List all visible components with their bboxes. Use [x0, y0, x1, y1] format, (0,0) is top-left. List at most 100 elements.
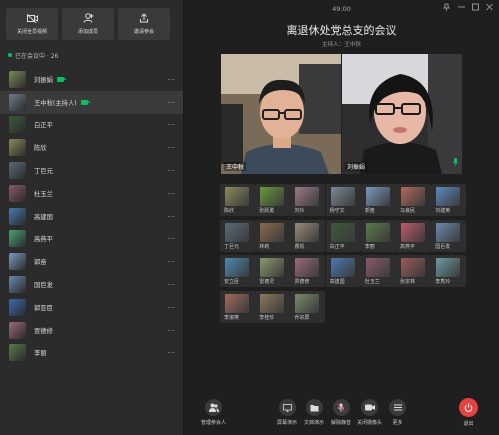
tile-avatar — [365, 187, 390, 206]
video-host[interactable]: 王中秋 — [221, 54, 341, 174]
avatar — [9, 116, 26, 134]
participant-tile[interactable]: 高燕平 — [396, 219, 431, 252]
participant-row[interactable]: 高建国 ⋯ — [0, 205, 183, 228]
participant-tile[interactable]: 曹凯 — [290, 219, 326, 252]
more-options-icon[interactable]: ⋯ — [167, 326, 175, 335]
participant-row[interactable]: 刘振娟 ⋯ — [0, 68, 183, 91]
video-guest[interactable]: 刘振娟 — [342, 54, 462, 174]
more-options-icon[interactable]: ⋯ — [167, 120, 175, 129]
tile-avatar — [225, 258, 249, 278]
participant-tile[interactable]: 高建国 — [325, 255, 361, 288]
participant-name: 郭奋 — [34, 259, 47, 267]
tile-name: 安立臣 — [224, 279, 240, 286]
leave-button[interactable]: 退出 — [459, 398, 478, 427]
tile-name: 曹凯 — [294, 243, 305, 250]
avatar — [9, 70, 26, 88]
more-options-icon[interactable]: ⋯ — [167, 75, 175, 84]
more-options-icon[interactable]: ⋯ — [167, 189, 175, 198]
participant-tile[interactable]: 张宗林 — [396, 255, 431, 288]
participant-tile[interactable]: 马良民 — [396, 184, 431, 216]
more-options-icon[interactable]: ⋯ — [167, 280, 175, 289]
more-options-icon[interactable]: ⋯ — [167, 234, 175, 243]
mute-all-video-button[interactable]: 关闭全员视频 — [6, 8, 58, 40]
participant-tile[interactable]: 乔宗屏 — [290, 291, 326, 324]
participant-tile[interactable]: 刘建英 — [431, 184, 467, 216]
participant-row[interactable]: 李丽 ⋯ — [0, 342, 183, 365]
participant-tile[interactable]: 陈欣 — [220, 184, 255, 216]
tile-name: 白正平 — [329, 243, 345, 250]
tile-name: 国巨发 — [435, 243, 451, 250]
tile-avatar — [365, 222, 390, 242]
participant-row[interactable]: 贾德修 ⋯ — [0, 319, 183, 342]
pin-icon[interactable] — [443, 3, 450, 13]
participant-row[interactable]: 高燕平 ⋯ — [0, 228, 183, 251]
participant-row[interactable]: 陈欣 ⋯ — [0, 136, 183, 159]
camera-toggle-button[interactable]: 关闭摄像头 — [357, 399, 382, 426]
participant-tile[interactable]: 安立臣 — [220, 255, 255, 288]
participant-tile[interactable]: 贾德修 — [290, 255, 326, 288]
participant-row[interactable]: 白正平 ⋯ — [0, 114, 183, 137]
more-options-icon[interactable]: ⋯ — [167, 348, 175, 357]
participant-tile[interactable]: 张跃勇 — [255, 184, 291, 216]
participant-name: 李丽 — [34, 350, 47, 358]
add-member-button[interactable]: 添加成员 — [62, 8, 114, 40]
camera-toggle-label: 关闭摄像头 — [357, 420, 383, 426]
manage-participants-button[interactable]: 管理参会人 — [201, 399, 226, 426]
avatar — [9, 139, 26, 157]
maximize-icon[interactable] — [472, 3, 479, 13]
screen-share-icon — [278, 399, 296, 416]
participant-tile[interactable]: 杜玉兰 — [360, 255, 396, 288]
minimize-icon[interactable] — [458, 3, 465, 13]
tile-avatar — [225, 294, 249, 314]
participant-tile[interactable]: 李丽 — [360, 219, 396, 252]
participant-tile[interactable]: 雷德灵 — [255, 255, 291, 288]
folder-icon — [305, 399, 323, 416]
more-options-icon[interactable]: ⋯ — [167, 212, 175, 221]
participant-row[interactable]: 王中秋(主持人) ⋯ — [0, 90, 183, 114]
more-options-icon[interactable]: ⋯ — [167, 166, 175, 175]
participant-name: 高建国 — [34, 213, 53, 221]
participant-row[interactable]: 杜玉兰 ⋯ — [0, 182, 183, 205]
participant-name: 白正平 — [34, 122, 53, 130]
more-options-icon[interactable]: ⋯ — [167, 303, 175, 312]
attendee-count: 已在会议中 · 26 — [0, 40, 183, 60]
tile-avatar — [260, 187, 285, 206]
participant-row[interactable]: 国巨发 ⋯ — [0, 273, 183, 296]
window-titlebar: 49:00 — [184, 0, 499, 17]
camera-icon — [361, 399, 378, 416]
participant-tile[interactable]: 李秀玲 — [431, 255, 467, 288]
panel-actions: 关闭全员视频 添加成员 邀请参会 — [0, 0, 183, 40]
doc-share-button[interactable]: 文档演示 — [304, 399, 324, 426]
more-options-icon[interactable]: ⋯ — [167, 143, 175, 152]
participant-tile[interactable]: 国巨发 — [431, 219, 467, 252]
participant-tile[interactable]: 郭奋 — [360, 184, 396, 216]
unmute-button[interactable]: 解除静音 — [331, 399, 351, 426]
participant-name: 王中秋(主持人) — [34, 99, 77, 107]
participant-name: 杜玉兰 — [34, 190, 53, 198]
tile-avatar — [436, 187, 461, 206]
host-line: 主持人：王中秋 — [321, 42, 362, 48]
more-button[interactable]: 更多 — [389, 399, 406, 426]
close-icon[interactable] — [486, 3, 493, 13]
participant-tile[interactable]: 杨守文 — [325, 184, 361, 216]
screen-share-button[interactable]: 屏幕演示 — [277, 399, 297, 426]
participant-tile[interactable]: 林莉 — [255, 219, 291, 252]
tile-avatar — [330, 187, 355, 206]
tile-avatar — [436, 222, 461, 242]
participant-row[interactable]: 丁巨元 ⋯ — [0, 159, 183, 182]
more-options-icon[interactable]: ⋯ — [167, 98, 175, 107]
participant-tile[interactable]: 白正平 — [325, 219, 361, 252]
avatar — [9, 321, 26, 339]
participant-row[interactable]: 郭奋 ⋯ — [0, 250, 183, 273]
participant-row[interactable]: 郭亚臣 ⋯ — [0, 296, 183, 319]
participant-tile[interactable]: 丁巨元 — [220, 219, 255, 252]
participant-tile[interactable]: 刘玲 — [290, 184, 326, 216]
tile-avatar — [260, 258, 285, 278]
tile-name: 郭奋 — [364, 208, 375, 214]
online-dot-icon — [8, 53, 12, 57]
more-options-icon[interactable]: ⋯ — [167, 257, 175, 266]
participant-tile[interactable]: 李桂珍 — [255, 291, 291, 324]
participant-tile[interactable]: 李淑英 — [220, 291, 255, 324]
invite-button[interactable]: 邀请参会 — [118, 8, 170, 40]
tile-name: 李桂珍 — [259, 315, 275, 322]
